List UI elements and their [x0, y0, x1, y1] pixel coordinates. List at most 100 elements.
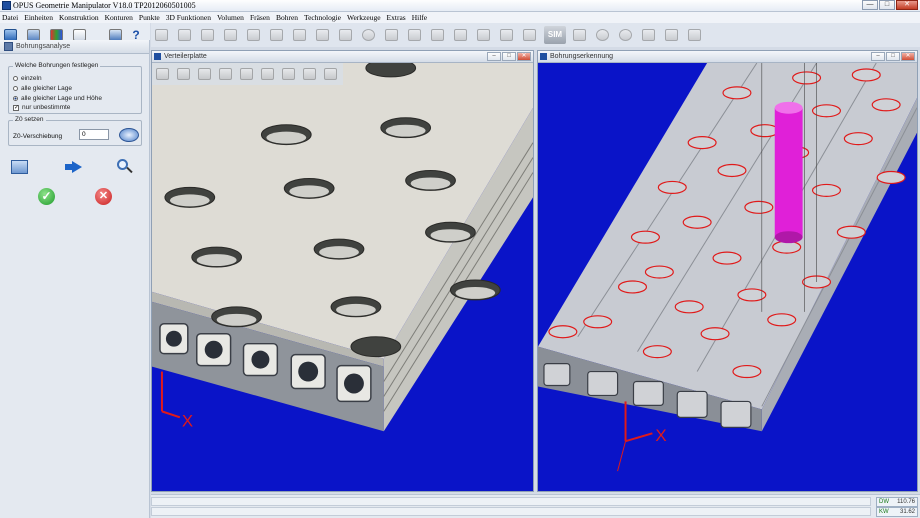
menu-3d-funktionen[interactable]: 3D Funktionen — [166, 13, 211, 22]
status-bar: DW 110.76 KW 31.62 — [151, 494, 920, 518]
viewport-left-maximize[interactable]: □ — [502, 52, 516, 61]
coord-kw-value: 31.62 — [899, 509, 915, 515]
rotate-icon[interactable] — [217, 65, 235, 83]
maximize-button[interactable]: □ — [879, 0, 895, 10]
menu-hilfe[interactable]: Hilfe — [412, 13, 427, 22]
import-icon — [11, 160, 28, 174]
close-button[interactable]: ✕ — [896, 0, 918, 10]
viewport-left-minimize[interactable]: – — [487, 52, 501, 61]
menu-technologie[interactable]: Technologie — [304, 13, 341, 22]
mill-path-icon[interactable] — [452, 26, 470, 44]
checkbox-nur-unbestimmte[interactable]: ✓ — [13, 104, 19, 111]
cross-tool-icon[interactable] — [383, 26, 401, 44]
option-gleiche-lage[interactable]: alle gleicher Lage — [13, 85, 72, 92]
menu-extras[interactable]: Extras — [387, 13, 406, 22]
viewport-left-titlebar: Verteilerplatte – □ ✕ — [152, 51, 533, 63]
title-bar: OPUS Geometrie Manipulator V18.0 TP20120… — [0, 0, 920, 12]
group-bohrungen-title: Welche Bohrungen festlegen — [13, 62, 101, 69]
pencil-icon[interactable] — [498, 26, 516, 44]
status-line-2 — [151, 507, 871, 516]
viewport-right-maximize[interactable]: □ — [886, 52, 900, 61]
scene-left[interactable]: X — [152, 63, 533, 491]
undo-icon[interactable] — [617, 26, 635, 44]
export-icon[interactable] — [640, 26, 658, 44]
radio-gleiche-lage[interactable] — [13, 86, 18, 91]
redo-icon[interactable] — [594, 26, 612, 44]
search-button[interactable] — [115, 158, 135, 176]
route-icon[interactable] — [475, 26, 493, 44]
viewport-bohrungserkennung[interactable]: Bohrungserkennung – □ ✕ X — [537, 50, 918, 492]
ellipse-icon[interactable] — [360, 26, 378, 44]
grid-icon[interactable] — [291, 26, 309, 44]
menu-konturen[interactable]: Konturen — [105, 13, 133, 22]
text-tool-icon[interactable] — [406, 26, 424, 44]
minimize-button[interactable]: — — [862, 0, 878, 10]
drill-icon[interactable] — [337, 26, 355, 44]
hammer-icon[interactable] — [268, 26, 286, 44]
menu-punkte[interactable]: Punkte — [139, 13, 160, 22]
menu-fraesen[interactable]: Fräsen — [250, 13, 270, 22]
viewport-toolbar — [152, 63, 343, 85]
drill-analysis-icon — [4, 42, 13, 51]
calculator-icon[interactable] — [521, 26, 539, 44]
menu-datei[interactable]: Datei — [2, 13, 18, 22]
ok-button[interactable]: ✓ — [37, 187, 57, 205]
radio-gleiche-lage-hoehe[interactable] — [13, 96, 18, 101]
option-nur-unbestimmte[interactable]: ✓ nur unbestimmte — [13, 104, 70, 111]
viewport-verteilerplatte[interactable]: Verteilerplatte – □ ✕ X — [151, 50, 534, 492]
main-toolbar: SIM — [151, 23, 920, 47]
edit-icon[interactable] — [301, 65, 319, 83]
tool-holder-icon[interactable] — [571, 26, 589, 44]
curve-icon[interactable] — [176, 26, 194, 44]
coord-dw-value: 110.76 — [897, 499, 915, 505]
viewport-icon — [154, 53, 161, 60]
menu-volumen[interactable]: Volumen — [217, 13, 244, 22]
coord-kw-label: KW — [879, 509, 889, 515]
pen-icon[interactable] — [153, 26, 171, 44]
document-icon[interactable] — [322, 65, 340, 83]
dots-icon[interactable] — [245, 26, 263, 44]
viewport-right-titlebar: Bohrungserkennung – □ ✕ — [538, 51, 917, 63]
panel-title: Bohrungsanalyse — [16, 43, 71, 50]
window-title: OPUS Geometrie Manipulator V18.0 TP20120… — [13, 1, 196, 10]
option-einzeln[interactable]: einzeln — [13, 75, 42, 82]
menu-einheiten[interactable]: Einheiten — [24, 13, 53, 22]
viewport-left-close[interactable]: ✕ — [517, 52, 531, 61]
menu-werkzeuge[interactable]: Werkzeuge — [347, 13, 381, 22]
solid-icon[interactable] — [429, 26, 447, 44]
pan-icon[interactable] — [259, 65, 277, 83]
points-icon[interactable] — [222, 26, 240, 44]
viewport-right-minimize[interactable]: – — [871, 52, 885, 61]
line-icon[interactable] — [199, 26, 217, 44]
viewport-icon-right — [540, 53, 547, 60]
coord-dw-label: DW — [879, 499, 889, 505]
view-side-icon[interactable] — [196, 65, 214, 83]
menu-bar: Datei Einheiten Konstruktion Konturen Pu… — [0, 12, 920, 23]
z0-offset-input[interactable] — [79, 129, 109, 140]
cancel-button[interactable]: ✕ — [94, 187, 114, 205]
menu-konstruktion[interactable]: Konstruktion — [59, 13, 99, 22]
coord-dw: DW 110.76 — [876, 497, 918, 507]
simulation-button[interactable]: SIM — [544, 26, 566, 44]
menu-bohren[interactable]: Bohren — [276, 13, 298, 22]
coord-kw: KW 31.62 — [876, 507, 918, 517]
sheet-icon[interactable] — [663, 26, 681, 44]
view-top-icon[interactable] — [154, 65, 172, 83]
door-icon[interactable] — [686, 26, 704, 44]
zoom-icon[interactable] — [238, 65, 256, 83]
option-gleiche-lage-hoehe[interactable]: alle gleicher Lage und Höhe — [13, 95, 102, 102]
measure-icon[interactable] — [280, 65, 298, 83]
radio-einzeln[interactable] — [13, 76, 18, 81]
group-z0-title: Z0 setzen — [13, 116, 46, 123]
bars-icon[interactable] — [314, 26, 332, 44]
next-button[interactable] — [65, 158, 85, 176]
view-front-icon[interactable] — [175, 65, 193, 83]
mouse-pick-icon[interactable] — [119, 128, 139, 142]
axis-x-label-right: X — [655, 426, 666, 445]
viewport-right-close[interactable]: ✕ — [901, 52, 915, 61]
group-bohrungen: Welche Bohrungen festlegen einzeln alle … — [8, 62, 142, 114]
scene-right[interactable]: X — [538, 63, 917, 491]
group-z0: Z0 setzen Z0-Verschiebung — [8, 116, 142, 146]
import-button[interactable] — [10, 158, 30, 176]
status-line-1 — [151, 497, 871, 506]
